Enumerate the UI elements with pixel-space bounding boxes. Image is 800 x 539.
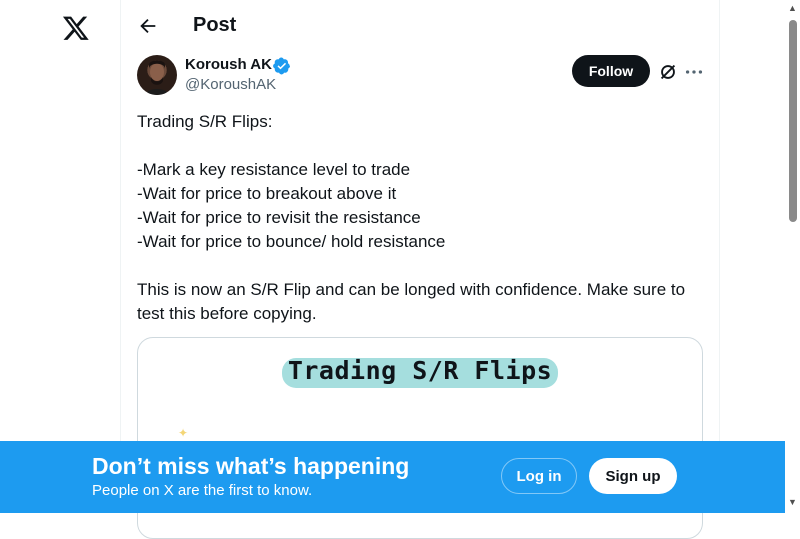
post-text-line: -Wait for price to revisit the resistanc… xyxy=(137,208,421,227)
post-column: Post Koroush AK @KoroushAK Follow Tradin… xyxy=(120,0,720,539)
more-horizontal-icon[interactable] xyxy=(683,61,705,83)
post-text-line: -Wait for price to breakout above it xyxy=(137,184,397,203)
scrollbar-thumb[interactable] xyxy=(789,20,797,222)
post-text-line: -Wait for price to bounce/ hold resistan… xyxy=(137,232,446,251)
scrollbar[interactable]: ▲ ▼ xyxy=(785,0,800,513)
scroll-up-icon[interactable]: ▲ xyxy=(788,4,797,13)
verified-badge-icon xyxy=(273,57,291,75)
banner-title: Don’t miss what’s happening xyxy=(92,453,410,479)
author-name[interactable]: Koroush AK xyxy=(185,56,272,73)
post-text: Trading S/R Flips: -Mark a key resistanc… xyxy=(137,110,703,326)
avatar[interactable] xyxy=(137,55,177,95)
grok-icon[interactable] xyxy=(657,61,679,83)
arrow-left-icon[interactable] xyxy=(137,15,159,37)
page-header: Post xyxy=(121,0,719,53)
media-title: Trading S/R Flips xyxy=(287,356,553,385)
page-title: Post xyxy=(193,14,237,36)
sparkle-icon: ✦ xyxy=(178,426,189,440)
post-text-line: This is now an S/R Flip and can be longe… xyxy=(137,280,690,323)
x-logo-icon[interactable] xyxy=(62,14,90,42)
login-button[interactable]: Log in xyxy=(501,458,577,494)
follow-button[interactable]: Follow xyxy=(572,55,650,87)
post-text-line: -Mark a key resistance level to trade xyxy=(137,160,411,179)
post-text-line: Trading S/R Flips: xyxy=(137,112,273,131)
banner-subtitle: People on X are the first to know. xyxy=(92,482,313,499)
signup-banner: Don’t miss what’s happening People on X … xyxy=(0,441,785,513)
scroll-down-icon[interactable]: ▼ xyxy=(788,498,797,507)
signup-button[interactable]: Sign up xyxy=(589,458,677,494)
author-handle[interactable]: @KoroushAK xyxy=(185,76,276,93)
